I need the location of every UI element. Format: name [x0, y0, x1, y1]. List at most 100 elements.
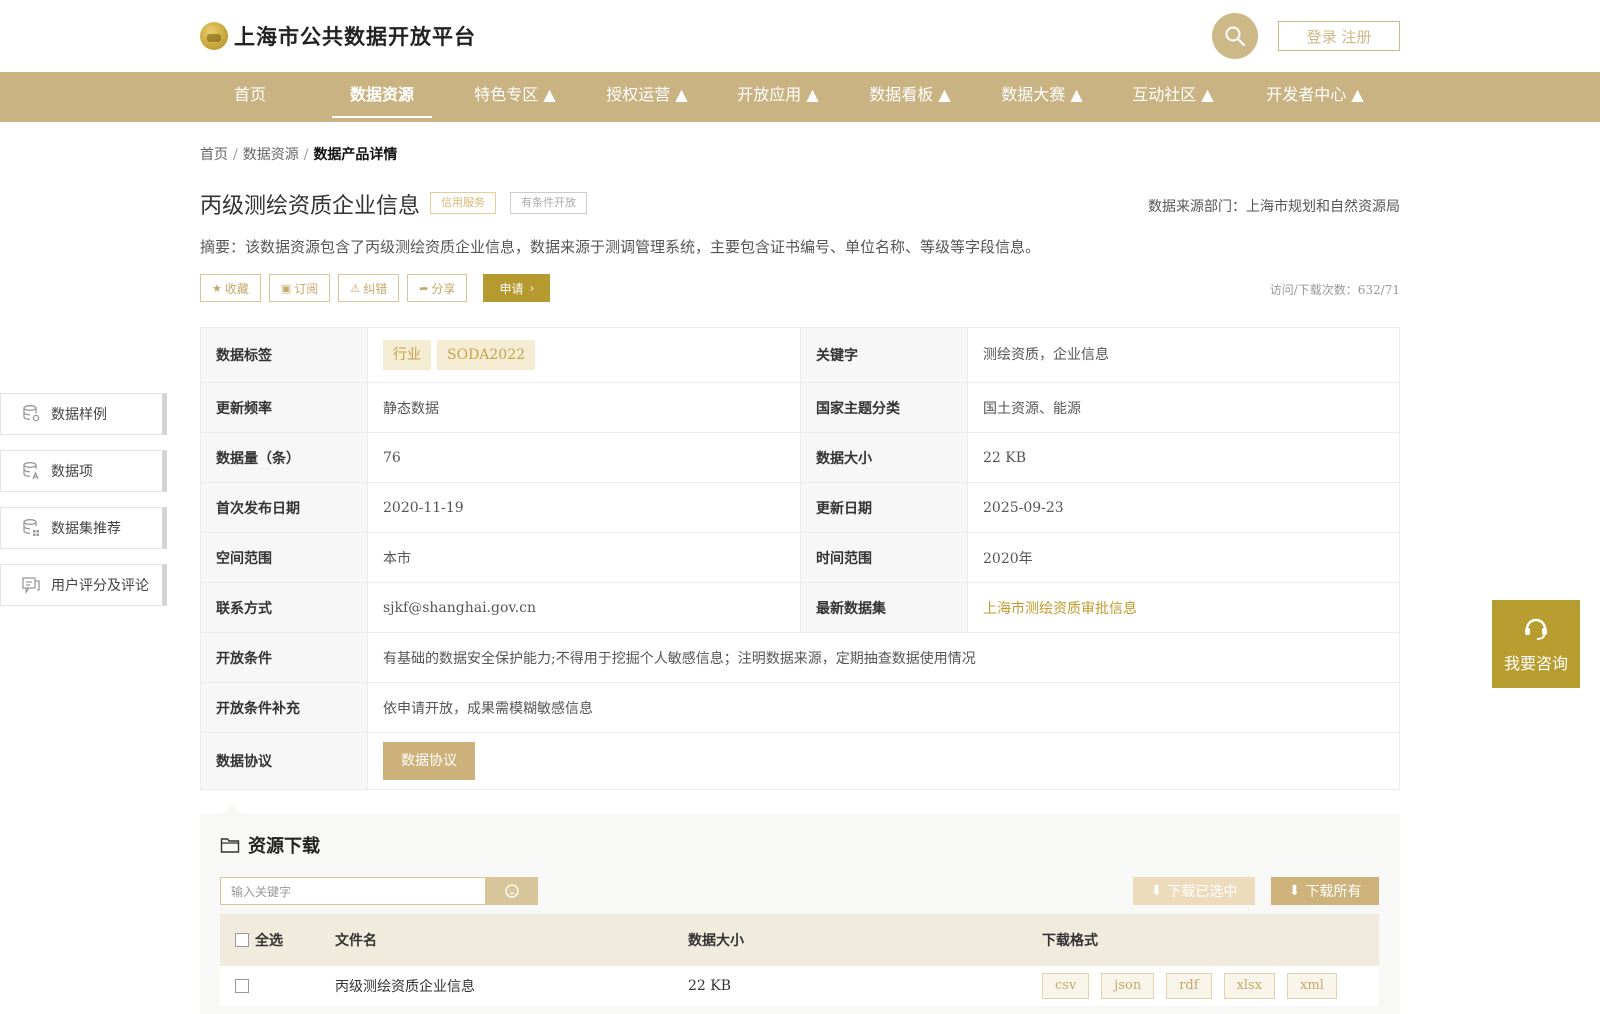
- label-latest-dataset: 最新数据集: [800, 582, 968, 633]
- share-button[interactable]: ➦ 分享: [407, 274, 468, 302]
- table-row: 联系方式 sjkf@shanghai.gov.cn 最新数据集 上海市测绘资质审…: [200, 582, 1400, 633]
- breadcrumb-home[interactable]: 首页: [200, 147, 228, 163]
- login-register-button[interactable]: 登录 注册: [1278, 21, 1400, 51]
- download-title-label: 资源下载: [248, 836, 320, 857]
- header-filename: 文件名: [335, 933, 377, 949]
- tag-item[interactable]: SODA2022: [437, 340, 536, 370]
- label-tags: 数据标签: [200, 327, 368, 383]
- side-tab-ratings-comments[interactable]: 用户评分及评论: [0, 564, 167, 606]
- site-logo[interactable]: 上海市公共数据开放平台: [200, 20, 476, 52]
- header-search-button[interactable]: [1212, 13, 1258, 59]
- label-frequency: 更新频率: [200, 382, 368, 433]
- label-keywords: 关键字: [800, 327, 968, 383]
- row-checkbox[interactable]: [235, 979, 249, 993]
- label-first-release: 首次发布日期: [200, 482, 368, 533]
- label-count: 数据量（条）: [200, 432, 368, 483]
- side-tab-dataset-recommend[interactable]: 数据集推荐: [0, 507, 167, 549]
- nav-item-special-zone[interactable]: 特色专区 ▲: [465, 72, 565, 122]
- table-row: 空间范围 本市 时间范围 2020年: [200, 532, 1400, 583]
- table-row: 数据标签 行业 SODA2022 关键字 测绘资质，企业信息: [200, 327, 1400, 383]
- value-keywords: 测绘资质，企业信息: [967, 327, 1400, 383]
- consult-label: 我要咨询: [1503, 654, 1568, 673]
- value-time-range: 2020年: [967, 532, 1400, 583]
- value-theme: 国土资源、能源: [967, 382, 1400, 433]
- tags-cell: 行业 SODA2022: [367, 327, 801, 383]
- agreement-cell: 数据协议: [367, 732, 1400, 790]
- latest-dataset-link[interactable]: 上海市测绘资质审批信息: [983, 601, 1137, 617]
- collect-label: 收藏: [224, 281, 249, 296]
- site-title: 上海市公共数据开放平台: [234, 25, 476, 49]
- table-row: 开放条件 有基础的数据安全保护能力;不得用于挖掘个人敏感信息；注明数据来源，定期…: [200, 632, 1400, 683]
- download-all-button[interactable]: ⬇ 下载所有: [1271, 877, 1379, 905]
- subscribe-button[interactable]: ▣ 订阅: [268, 274, 331, 302]
- label-theme: 国家主题分类: [800, 382, 968, 433]
- download-selected-button[interactable]: ⬇ 下载已选中: [1133, 877, 1255, 905]
- label-time-range: 时间范围: [800, 532, 968, 583]
- warning-icon: ⚠: [350, 281, 361, 295]
- row-size: 22 KB: [688, 978, 732, 994]
- format-rdf-button[interactable]: rdf: [1166, 973, 1212, 999]
- section-pointer: [222, 804, 242, 814]
- breadcrumb-data-resources[interactable]: 数据资源: [243, 147, 299, 163]
- side-tab-label: 数据项: [51, 464, 93, 480]
- download-search-input[interactable]: 输入关键字: [220, 877, 486, 905]
- select-all-label: 全选: [255, 933, 283, 949]
- table-row: 数据量（条） 76 数据大小 22 KB: [200, 432, 1400, 483]
- value-space-range: 本市: [367, 532, 801, 583]
- side-tab-label: 数据样例: [51, 407, 107, 423]
- table-row: 开放条件补充 依申请开放，成果需模糊敏感信息: [200, 682, 1400, 733]
- data-source-dept: 数据来源部门：上海市规划和自然资源局: [1148, 199, 1400, 215]
- tag-item[interactable]: 行业: [383, 340, 431, 370]
- nav-item-open-apps[interactable]: 开放应用 ▲: [728, 72, 828, 122]
- collect-button[interactable]: ★ 收藏: [200, 274, 261, 302]
- data-agreement-button[interactable]: 数据协议: [383, 742, 475, 780]
- nav-item-home[interactable]: 首页: [220, 72, 280, 122]
- label-update-date: 更新日期: [800, 482, 968, 533]
- star-icon: ★: [212, 281, 222, 295]
- format-json-button[interactable]: json: [1101, 973, 1155, 999]
- nav-item-data-resources[interactable]: 数据资源: [332, 72, 432, 122]
- select-all-cell: 全选: [235, 914, 283, 966]
- logo-icon: [200, 22, 228, 50]
- badge-credit-service: 信用服务: [430, 192, 496, 214]
- download-search-button[interactable]: [486, 877, 538, 905]
- nav-item-developer[interactable]: 开发者中心 ▲: [1255, 72, 1375, 122]
- side-tab-data-items[interactable]: 数据项: [0, 450, 167, 492]
- share-label: 分享: [431, 281, 456, 296]
- consult-button[interactable]: 我要咨询: [1492, 600, 1580, 688]
- table-row: 首次发布日期 2020-11-19 更新日期 2025-09-23: [200, 482, 1400, 533]
- share-icon: ➦: [419, 281, 429, 295]
- side-tab-data-sample[interactable]: 数据样例: [0, 393, 167, 435]
- action-bar: ★ 收藏 ▣ 订阅 ⚠ 纠错 ➦ 分享 申请 ›: [200, 274, 551, 302]
- format-xml-button[interactable]: xml: [1287, 973, 1337, 999]
- value-first-release: 2020-11-19: [367, 482, 801, 533]
- label-open-conditions-extra: 开放条件补充: [200, 682, 368, 733]
- nav-item-data-contest[interactable]: 数据大赛 ▲: [992, 72, 1092, 122]
- download-all-label: 下载所有: [1305, 884, 1362, 900]
- latest-dataset-cell: 上海市测绘资质审批信息: [967, 582, 1400, 633]
- value-frequency: 静态数据: [367, 382, 801, 433]
- nav-item-community[interactable]: 互动社区 ▲: [1123, 72, 1223, 122]
- table-row: 数据协议 数据协议: [200, 732, 1400, 790]
- value-count: 76: [367, 432, 801, 483]
- breadcrumb: 首页 / 数据资源 / 数据产品详情: [200, 147, 398, 163]
- label-space-range: 空间范围: [200, 532, 368, 583]
- nav-item-authorized-ops[interactable]: 授权运营 ▲: [597, 72, 697, 122]
- label-data-agreement: 数据协议: [200, 732, 368, 790]
- nav-item-data-board[interactable]: 数据看板 ▲: [860, 72, 960, 122]
- badge-conditional-open: 有条件开放: [510, 192, 587, 214]
- apply-button[interactable]: 申请 ›: [483, 274, 551, 302]
- value-update-date: 2025-09-23: [967, 482, 1400, 533]
- comment-icon: [22, 577, 40, 594]
- search-icon: [505, 884, 519, 898]
- value-contact: sjkf@shanghai.gov.cn: [367, 582, 801, 633]
- database-grid-icon: [23, 519, 39, 536]
- format-xlsx-button[interactable]: xlsx: [1223, 973, 1276, 999]
- breadcrumb-current: 数据产品详情: [313, 147, 398, 163]
- page-title: 丙级测绘资质企业信息: [200, 194, 421, 219]
- select-all-checkbox[interactable]: [235, 933, 249, 947]
- value-open-conditions: 有基础的数据安全保护能力;不得用于挖掘个人敏感信息；注明数据来源，定期抽查数据使…: [367, 632, 1400, 683]
- download-section-title: 资源下载: [220, 832, 320, 858]
- format-csv-button[interactable]: csv: [1042, 973, 1090, 999]
- correct-button[interactable]: ⚠ 纠错: [338, 274, 400, 302]
